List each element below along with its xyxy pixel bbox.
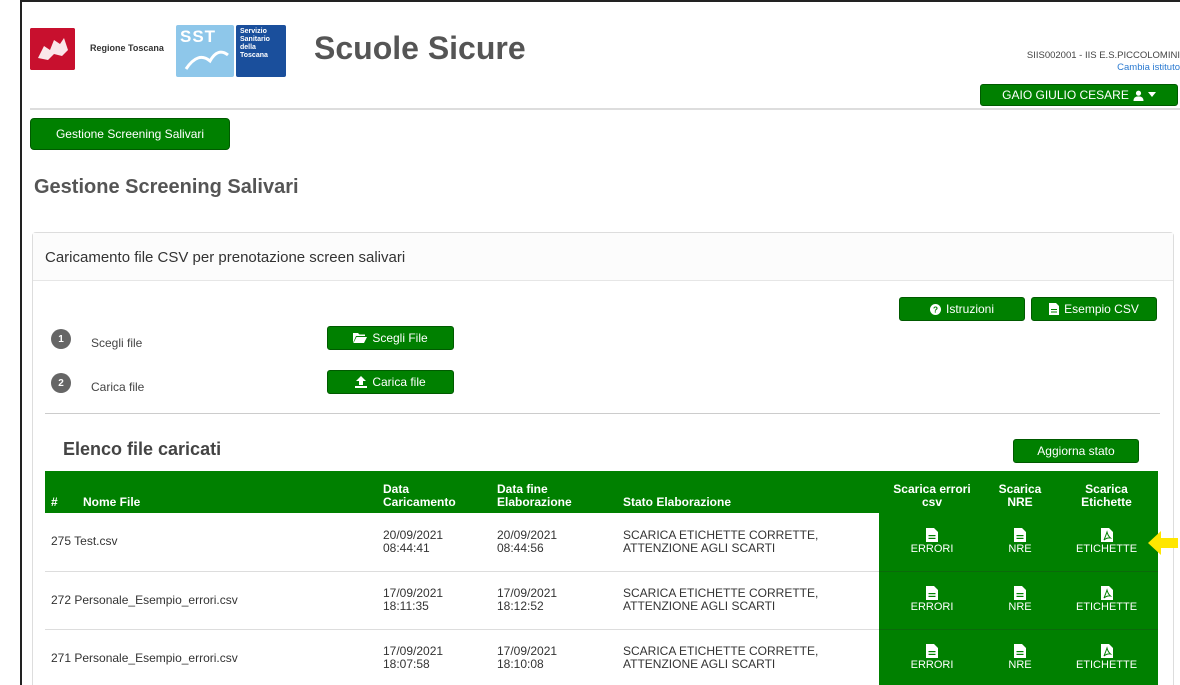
uploaded-files-title: Elenco file caricati: [63, 439, 222, 459]
upload-panel: Caricamento file CSV per prenotazione sc…: [32, 232, 1174, 685]
instructions-button[interactable]: ? Istruzioni: [899, 297, 1025, 321]
app-title: Scuole Sicure: [314, 30, 526, 66]
chevron-down-icon: [1147, 92, 1156, 97]
download-errors-button[interactable]: ERRORI: [879, 513, 985, 572]
step-2-label: Carica file: [91, 380, 145, 394]
col-upload-date: Data Caricamento: [377, 471, 491, 513]
panel-divider: [45, 413, 1160, 414]
step-1-label: Scegli file: [91, 336, 143, 350]
upload-date-cell: 17/09/2021 18:07:58: [377, 629, 491, 685]
table-row: 272 Personale_Esempio_errori.csv 17/09/2…: [45, 571, 1158, 630]
download-labels-button[interactable]: ETICHETTE: [1055, 629, 1158, 685]
pdf-file-icon: [1100, 586, 1113, 600]
header-divider: [30, 108, 1180, 110]
upload-date-cell: 20/09/2021 08:44:41: [377, 513, 491, 572]
col-download-nre: Scarica NRE: [985, 471, 1055, 513]
download-nre-button[interactable]: NRE: [985, 571, 1055, 630]
download-nre-button[interactable]: NRE: [985, 629, 1055, 685]
panel-title: Caricamento file CSV per prenotazione sc…: [33, 233, 1173, 281]
sst-name-logo: Servizio Sanitario della Toscana: [236, 25, 286, 77]
col-download-errors: Scarica errori csv: [879, 471, 985, 513]
regione-toscana-label: Regione Toscana: [90, 43, 164, 53]
file-name-cell: 272 Personale_Esempio_errori.csv: [45, 571, 377, 630]
file-name-cell: 271 Personale_Esempio_errori.csv: [45, 629, 377, 685]
status-cell: SCARICA ETICHETTE CORRETTE, ATTENZIONE AG…: [617, 571, 879, 630]
choose-file-button[interactable]: Scegli File: [327, 326, 454, 350]
pdf-file-icon: [1100, 644, 1113, 658]
table-row: 275 Test.csv 20/09/2021 08:44:41 20/09/20…: [45, 513, 1158, 572]
end-date-cell: 17/09/2021 18:10:08: [491, 629, 617, 685]
user-name: GAIO GIULIO CESARE: [1002, 88, 1129, 102]
change-institute-link[interactable]: Cambia istituto: [1117, 62, 1180, 73]
upload-icon: [355, 376, 368, 388]
status-cell: SCARICA ETICHETTE CORRETTE, ATTENZIONE AG…: [617, 513, 879, 572]
col-file-name: Nome File: [77, 471, 377, 513]
file-icon: [1014, 527, 1026, 542]
table-header-row: # Nome File Data Caricamento Data fine Ela…: [45, 471, 1158, 513]
file-icon: [926, 527, 938, 542]
step-1-number: 1: [51, 329, 71, 349]
download-labels-button[interactable]: ETICHETTE: [1055, 571, 1158, 630]
upload-date-cell: 17/09/2021 18:11:35: [377, 571, 491, 630]
download-nre-button[interactable]: NRE: [985, 513, 1055, 572]
upload-file-button[interactable]: Carica file: [327, 370, 454, 394]
col-status: Stato Elaborazione: [617, 471, 879, 513]
refresh-status-button[interactable]: Aggiorna stato: [1013, 439, 1139, 463]
download-errors-button[interactable]: ERRORI: [879, 629, 985, 685]
status-cell: SCARICA ETICHETTE CORRETTE, ATTENZIONE AG…: [617, 629, 879, 685]
table-row: 271 Personale_Esempio_errori.csv 17/09/2…: [45, 629, 1158, 685]
col-download-labels: Scarica Etichette: [1055, 471, 1158, 513]
svg-text:?: ?: [933, 305, 938, 314]
yellow-arrow-pointer-icon: [1148, 531, 1178, 555]
user-icon: [1133, 90, 1144, 101]
screening-nav-button[interactable]: Gestione Screening Salivari: [30, 118, 230, 150]
user-menu-button[interactable]: GAIO GIULIO CESARE: [980, 84, 1178, 106]
sst-logo: SST: [176, 25, 234, 77]
col-hash: #: [45, 471, 77, 513]
page-title: Gestione Screening Salivari: [34, 176, 299, 198]
end-date-cell: 17/09/2021 18:12:52: [491, 571, 617, 630]
example-csv-button[interactable]: Esempio CSV: [1031, 297, 1157, 321]
file-icon: [926, 644, 938, 658]
file-icon: [1049, 303, 1060, 315]
download-labels-button[interactable]: ETICHETTE: [1055, 513, 1158, 572]
end-date-cell: 20/09/2021 08:44:56: [491, 513, 617, 572]
file-icon: [926, 586, 938, 600]
step-2-number: 2: [51, 373, 71, 393]
file-icon: [1014, 586, 1026, 600]
header: Regione Toscana SST Servizio Sanitario d…: [30, 20, 1180, 110]
institute-code: SIIS002001 - IIS E.S.PICCOLOMINI: [1026, 50, 1180, 61]
file-name-cell: 275 Test.csv: [45, 513, 377, 572]
folder-open-icon: [353, 333, 368, 343]
download-errors-button[interactable]: ERRORI: [879, 571, 985, 630]
regione-toscana-logo: [30, 28, 75, 70]
app-window: Regione Toscana SST Servizio Sanitario d…: [20, 0, 1180, 685]
pdf-file-icon: [1100, 527, 1113, 542]
uploaded-files-table: # Nome File Data Caricamento Data fine Ela…: [45, 471, 1158, 685]
file-icon: [1014, 644, 1026, 658]
col-end-date: Data fine Elaborazione: [491, 471, 617, 513]
question-circle-icon: ?: [929, 303, 941, 315]
